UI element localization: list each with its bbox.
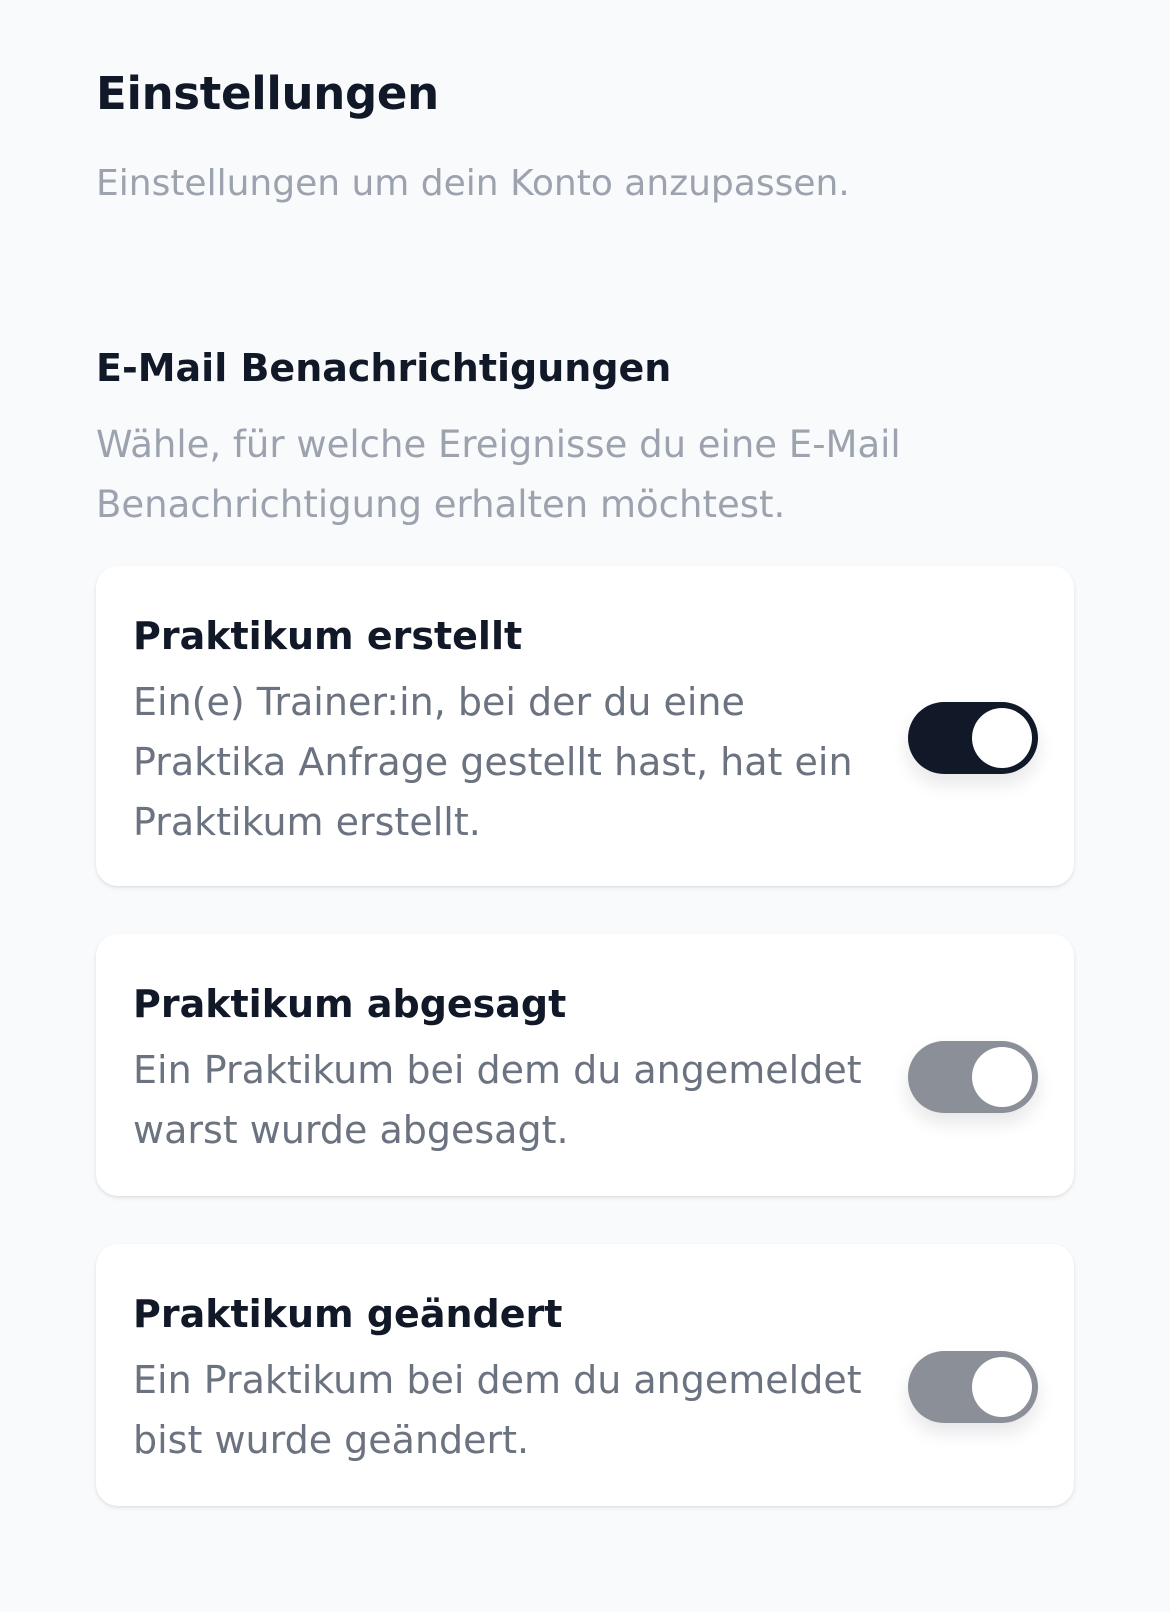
toggle-knob xyxy=(972,1357,1032,1417)
notification-card-praktikum-geaendert: Praktikum geändert Ein Praktikum bei dem… xyxy=(96,1244,1074,1506)
notification-card-praktikum-erstellt: Praktikum erstellt Ein(e) Trainer:in, be… xyxy=(96,566,1074,886)
notification-card-text: Praktikum geändert Ein Praktikum bei dem… xyxy=(133,1286,893,1470)
notification-card-praktikum-abgesagt: Praktikum abgesagt Ein Praktikum bei dem… xyxy=(96,934,1074,1196)
toggle-praktikum-geaendert[interactable] xyxy=(908,1351,1038,1423)
toggle-praktikum-abgesagt[interactable] xyxy=(908,1041,1038,1113)
notification-description: Ein(e) Trainer:in, bei der du eine Prakt… xyxy=(133,680,853,844)
notification-title: Praktikum abgesagt xyxy=(133,982,567,1026)
notification-title: Praktikum geändert xyxy=(133,1292,563,1336)
notification-title: Praktikum erstellt xyxy=(133,614,523,658)
notification-card-text: Praktikum abgesagt Ein Praktikum bei dem… xyxy=(133,976,893,1160)
toggle-knob xyxy=(972,1047,1032,1107)
toggle-knob xyxy=(972,708,1032,768)
page-title: Einstellungen xyxy=(96,67,439,120)
page-subtitle: Einstellungen um dein Konto anzupassen. xyxy=(96,163,850,204)
email-notifications-description: Wähle, für welche Ereignisse du eine E-M… xyxy=(96,423,901,526)
toggle-praktikum-erstellt[interactable] xyxy=(908,702,1038,774)
notification-card-text: Praktikum erstellt Ein(e) Trainer:in, be… xyxy=(133,608,893,852)
notification-description: Ein Praktikum bei dem du angemeldet bist… xyxy=(133,1358,862,1462)
email-notifications-heading: E-Mail Benachrichtigungen xyxy=(96,346,672,390)
notification-description: Ein Praktikum bei dem du angemeldet wars… xyxy=(133,1048,862,1152)
